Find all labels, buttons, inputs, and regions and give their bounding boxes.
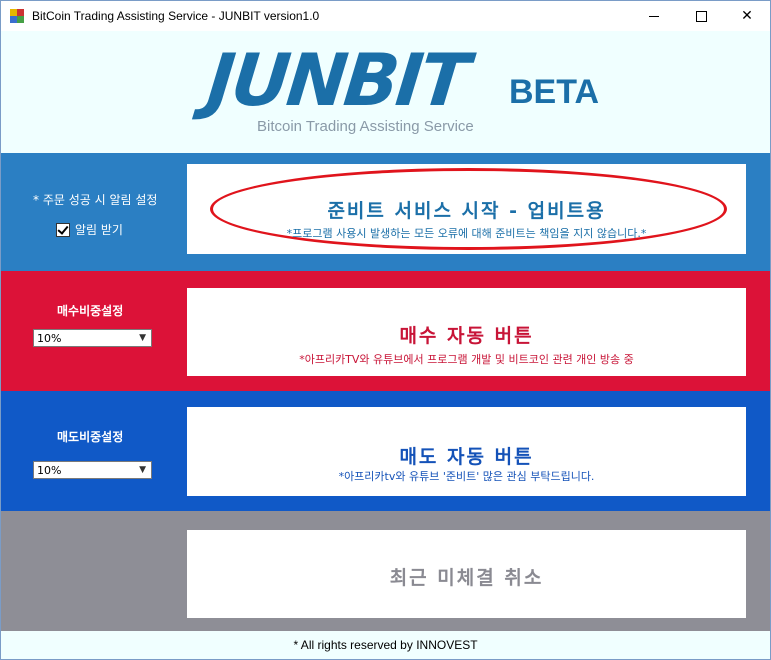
buy-ratio-label: 매수비중설정: [57, 304, 124, 318]
buy-auto-button[interactable]: 매수 자동 버튼 *아프리카TV와 유튜브에서 프로그램 개발 및 비트코인 관…: [187, 288, 746, 376]
buy-auto-note: *아프리카TV와 유튜브에서 프로그램 개발 및 비트코인 관련 개인 방송 중: [299, 353, 634, 366]
sell-auto-button[interactable]: 매도 자동 버튼 *아프리카tv와 유튜브 '준비트' 많은 관심 부탁드립니다…: [187, 407, 746, 496]
buy-ratio-value: 10%: [37, 332, 62, 345]
start-service-note: *프로그램 사용시 발생하는 모든 오류에 대해 준비트는 책임을 지지 않습니…: [286, 227, 647, 240]
chevron-down-icon: ▼: [139, 333, 146, 343]
cancel-unfilled-button[interactable]: 최근 미체결 취소: [187, 530, 746, 618]
minimize-button[interactable]: [631, 1, 677, 31]
alert-settings-section: * 주문 성공 시 알림 설정 알림 받기 준비트 서비스 시작 - 업비트용 …: [1, 153, 770, 271]
alert-checkbox[interactable]: [56, 222, 70, 237]
alert-checkbox-row[interactable]: 알림 받기: [56, 221, 123, 238]
footer: * All rights reserved by INNOVEST: [1, 631, 770, 659]
title-bar[interactable]: BitCoin Trading Assisting Service - JUNB…: [1, 1, 770, 31]
sell-ratio-label: 매도비중설정: [57, 430, 124, 444]
close-icon: ✕: [741, 8, 753, 24]
footer-copyright: * All rights reserved by INNOVEST: [293, 638, 478, 652]
app-icon: [10, 9, 24, 23]
sell-auto-title: 매도 자동 버튼: [399, 446, 534, 468]
cancel-section: 최근 미체결 취소: [1, 511, 770, 631]
start-service-title: 준비트 서비스 시작 - 업비트용: [327, 200, 606, 222]
minimize-icon: [649, 15, 659, 17]
logo-wordmark: JUNBIT: [203, 38, 471, 122]
app-window: BitCoin Trading Assisting Service - JUNB…: [0, 0, 771, 660]
alert-checkbox-label[interactable]: 알림 받기: [75, 221, 123, 238]
cancel-unfilled-title: 최근 미체결 취소: [389, 567, 544, 589]
alert-setting-label: * 주문 성공 시 알림 설정: [33, 193, 158, 207]
buy-ratio-select[interactable]: 10% ▼: [33, 329, 152, 347]
sell-auto-note: *아프리카tv와 유튜브 '준비트' 많은 관심 부탁드립니다.: [338, 470, 595, 483]
start-service-button[interactable]: 준비트 서비스 시작 - 업비트용 *프로그램 사용시 발생하는 모든 오류에 …: [187, 164, 746, 254]
sell-section: 매도비중설정 10% ▼ 매도 자동 버튼 *아프리카tv와 유튜브 '준비트'…: [1, 391, 770, 511]
header-banner: JUNBIT BETA Bitcoin Trading Assisting Se…: [1, 31, 770, 153]
maximize-icon: [695, 10, 707, 22]
logo-tagline: Bitcoin Trading Assisting Service: [257, 118, 474, 135]
window-title: BitCoin Trading Assisting Service - JUNB…: [32, 9, 320, 23]
close-button[interactable]: ✕: [724, 1, 770, 31]
logo-badge: BETA: [509, 73, 600, 111]
sell-ratio-value: 10%: [37, 464, 62, 477]
sell-ratio-select[interactable]: 10% ▼: [33, 461, 152, 479]
maximize-button[interactable]: [678, 1, 724, 31]
buy-auto-title: 매수 자동 버튼: [399, 325, 534, 347]
buy-section: 매수비중설정 10% ▼ 매수 자동 버튼 *아프리카TV와 유튜브에서 프로그…: [1, 271, 770, 391]
chevron-down-icon: ▼: [139, 465, 146, 475]
